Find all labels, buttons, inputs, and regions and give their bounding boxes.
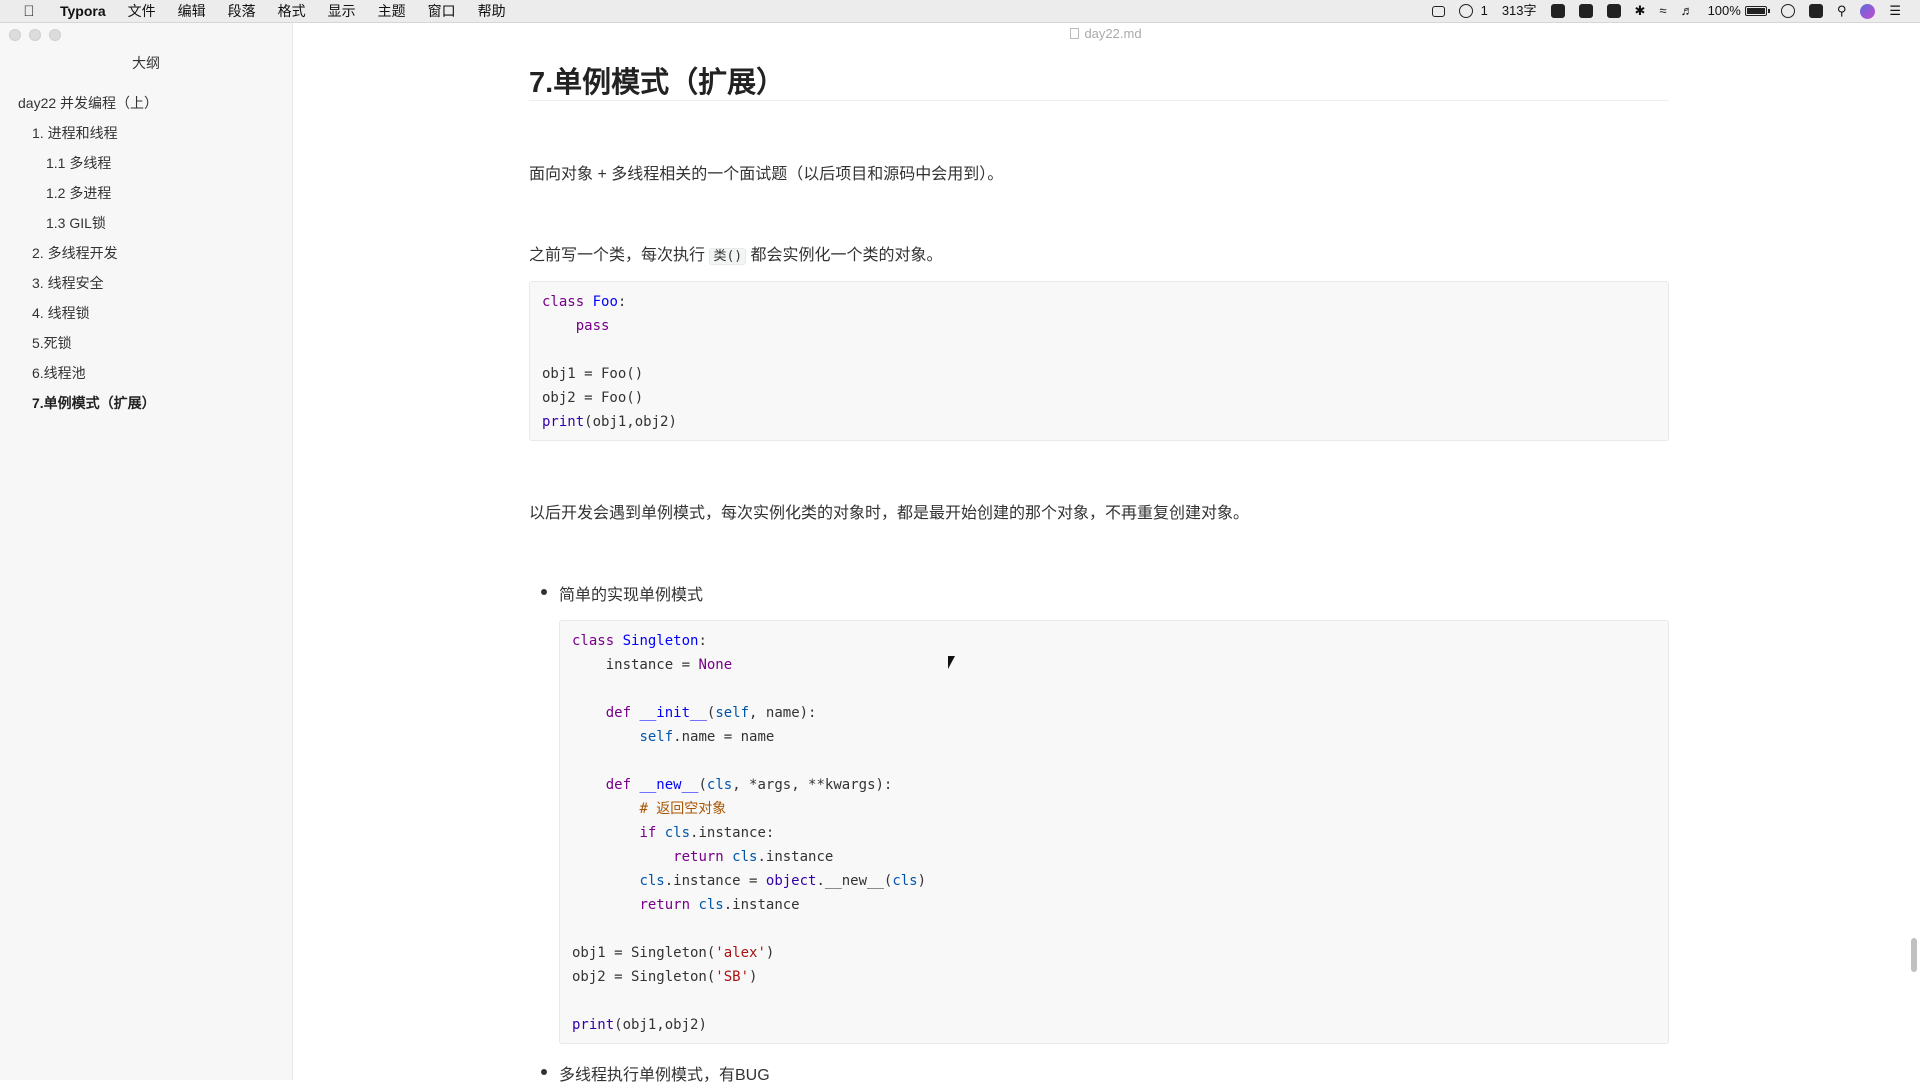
volume-icon[interactable]: ♬ (1681, 0, 1694, 22)
bullet-dot (541, 1069, 547, 1075)
bullet-dot (541, 589, 547, 595)
paragraph-singleton-desc[interactable]: 以后开发会遇到单例模式，每次实例化类的对象时，都是最开始创建的那个对象，不再重复… (529, 499, 1249, 523)
bluetooth-icon[interactable]: ✱ (1635, 0, 1646, 22)
word-count[interactable]: 313字 (1502, 0, 1537, 22)
battery-indicator[interactable]: 100% (1707, 0, 1770, 22)
outline-item[interactable]: 1.1 多线程 (0, 148, 292, 178)
paragraph-class-instance[interactable]: 之前写一个类，每次执行 类() 都会实例化一个类的对象。 (529, 241, 943, 265)
spotlight-search-icon[interactable]: ⚲ (1837, 0, 1847, 22)
outline-item[interactable]: 3. 线程安全 (0, 268, 292, 298)
outline-item[interactable]: 6.线程池 (0, 358, 292, 388)
section-heading[interactable]: 7.单例模式（扩展） (529, 55, 1669, 101)
close-window-button[interactable] (9, 29, 21, 41)
menu-view[interactable]: 显示 (317, 0, 367, 22)
outline-item[interactable]: 1.2 多进程 (0, 178, 292, 208)
apple-icon[interactable]:  (18, 3, 40, 20)
editor-content[interactable]: 7.单例模式（扩展） 面向对象 + 多线程相关的一个面试题（以后项目和源码中会用… (529, 55, 1669, 1084)
wechat-count: 1 (1480, 3, 1488, 18)
menu-window[interactable]: 窗口 (417, 0, 467, 22)
outline-title: 大纲 (132, 55, 160, 71)
menu-format[interactable]: 格式 (267, 0, 317, 22)
bullet-text: 多线程执行单例模式，有BUG (559, 1067, 770, 1084)
battery-icon (1744, 6, 1770, 16)
microphone-icon[interactable] (1578, 4, 1593, 18)
document-icon (1070, 28, 1080, 39)
menu-bar:  Typora 文件 编辑 段落 格式 显示 主题 窗口 帮助 1 313字 … (0, 0, 1920, 23)
outline-item[interactable]: day22 并发编程（上） (0, 88, 292, 118)
menu-edit[interactable]: 编辑 (167, 0, 217, 22)
menu-app-name[interactable]: Typora (52, 0, 117, 22)
outline-item[interactable]: 1. 进程和线程 (0, 118, 292, 148)
outline-list: day22 并发编程（上） 1. 进程和线程 1.1 多线程 1.2 多进程 1… (0, 88, 292, 418)
menu-file[interactable]: 文件 (117, 0, 167, 22)
clock-icon[interactable] (1780, 4, 1795, 18)
menu-paragraph[interactable]: 段落 (217, 0, 267, 22)
outline-item[interactable]: 5.死锁 (0, 328, 292, 358)
outline-item[interactable]: 2. 多线程开发 (0, 238, 292, 268)
inline-code: 类() (709, 248, 747, 265)
outline-item[interactable]: 4. 线程锁 (0, 298, 292, 328)
battery-percent: 100% (1707, 3, 1741, 18)
minimize-window-button[interactable] (29, 29, 41, 41)
status-app-icon[interactable] (1550, 4, 1565, 18)
screen-record-icon[interactable] (1432, 5, 1446, 17)
outline-item-active[interactable]: 7.单例模式（扩展） (0, 388, 292, 418)
siri-icon[interactable] (1860, 3, 1876, 19)
menu-theme[interactable]: 主题 (367, 0, 417, 22)
filename: day22.md (1084, 26, 1142, 41)
paragraph-text: 之前写一个类，每次执行 (529, 247, 710, 264)
sync-app-icon[interactable] (1808, 4, 1823, 18)
window-controls (9, 29, 61, 41)
zoom-window-button[interactable] (49, 29, 61, 41)
bullet-text: 简单的实现单例模式 (559, 587, 704, 604)
outline-item[interactable]: 1.3 GIL锁 (0, 208, 292, 238)
control-center-icon[interactable]: ☰ (1889, 0, 1901, 22)
wifi-icon[interactable]: ≈ (1659, 0, 1666, 22)
menu-help[interactable]: 帮助 (467, 0, 517, 22)
grid-app-icon[interactable] (1606, 4, 1621, 18)
paragraph-intro[interactable]: 面向对象 + 多线程相关的一个面试题（以后项目和源码中会用到）。 (529, 160, 1003, 184)
outline-sidebar: 大纲 day22 并发编程（上） 1. 进程和线程 1.1 多线程 1.2 多进… (0, 23, 293, 1080)
code-block-singleton[interactable]: class Singleton: instance = None def __i… (559, 620, 1669, 1044)
mouse-cursor-icon (948, 656, 955, 669)
window-title: day22.md (292, 26, 1920, 41)
paragraph-text: 都会实例化一个类的对象。 (746, 247, 943, 264)
editor-scrollbar[interactable] (1906, 23, 1920, 1080)
scrollbar-thumb[interactable] (1911, 938, 1917, 972)
wechat-icon[interactable]: 1 (1459, 0, 1488, 22)
code-block-foo[interactable]: class Foo: pass obj1 = Foo() obj2 = Foo(… (529, 281, 1669, 441)
